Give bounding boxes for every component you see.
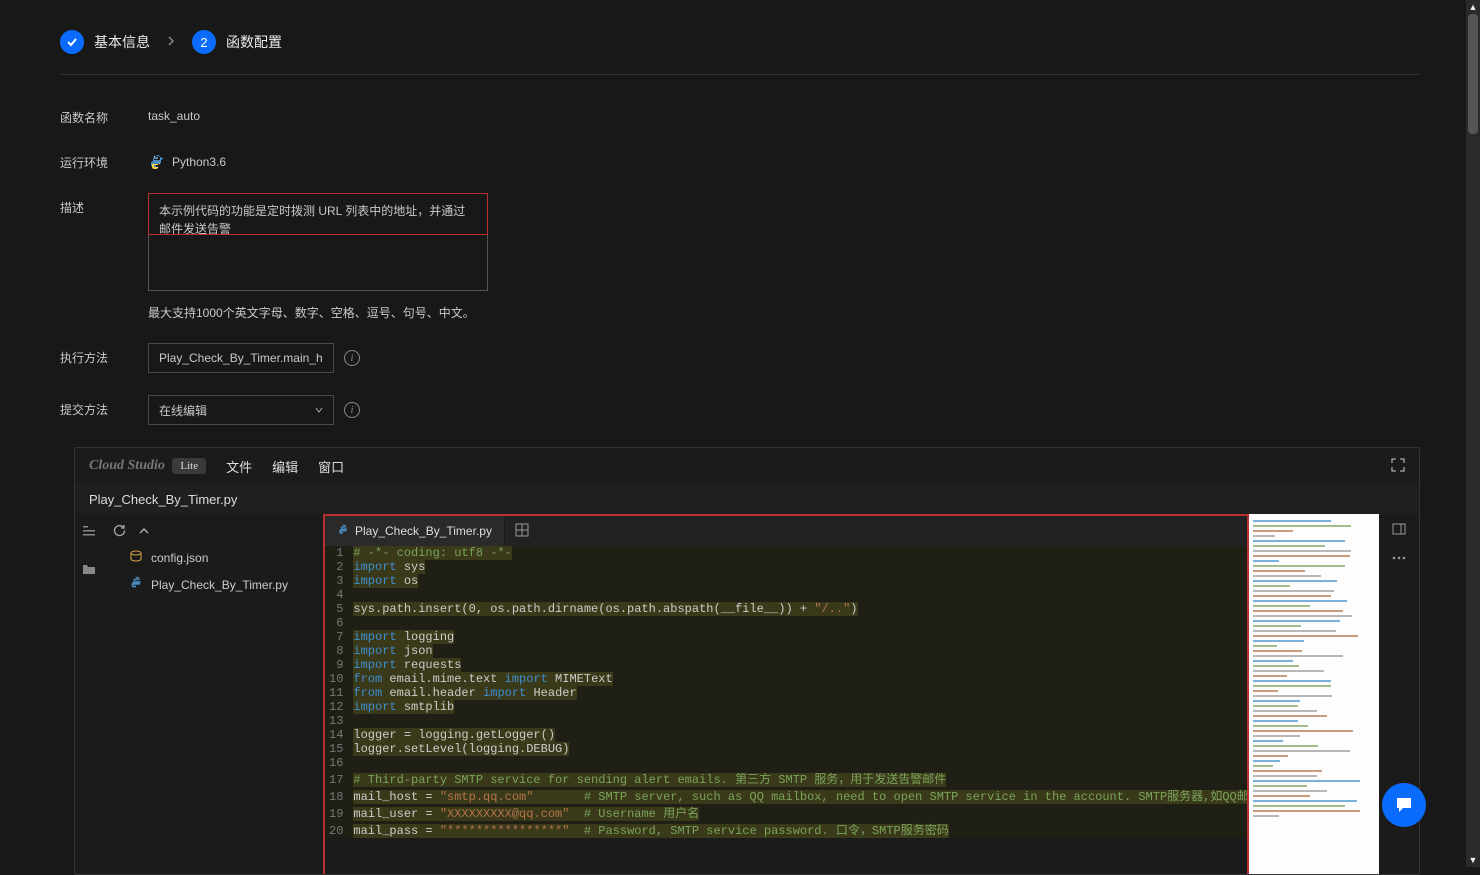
file-config-json[interactable]: config.json: [103, 544, 323, 571]
step2-number: 2: [192, 30, 216, 54]
open-file-row: Play_Check_By_Timer.py: [75, 484, 1419, 514]
python-icon: [337, 524, 349, 539]
code-editor: Cloud Studio Lite 文件 编辑 窗口 Play_Check_By…: [74, 447, 1420, 875]
editor-toolbar: Cloud Studio Lite 文件 编辑 窗口: [75, 448, 1419, 484]
label-exec-method: 执行方法: [60, 343, 148, 366]
python-icon: [129, 576, 143, 593]
description-hint: 最大支持1000个英文字母、数字、空格、逗号、句号、中文。: [148, 304, 1420, 321]
collapse-icon[interactable]: [138, 525, 150, 540]
fullscreen-icon[interactable]: [1391, 458, 1405, 475]
label-function-name: 函数名称: [60, 103, 148, 126]
step-function-config[interactable]: 2 函数配置: [192, 30, 282, 54]
minimap[interactable]: [1249, 514, 1379, 874]
lite-badge: Lite: [172, 458, 206, 474]
menu-file[interactable]: 文件: [226, 457, 252, 476]
scroll-up-icon[interactable]: ▲: [1466, 0, 1480, 14]
check-icon: [60, 30, 84, 54]
chevron-right-icon: [166, 35, 176, 50]
refresh-icon[interactable]: [113, 524, 126, 540]
activity-bar: [75, 514, 103, 874]
step1-label: 基本信息: [94, 32, 150, 52]
page-scrollbar[interactable]: ▲ ▼: [1466, 0, 1480, 867]
menu-edit[interactable]: 编辑: [272, 457, 298, 476]
value-function-name: task_auto: [148, 103, 1420, 123]
submit-method-select[interactable]: 在线编辑: [148, 395, 334, 425]
description-textarea[interactable]: 本示例代码的功能是定时拨测 URL 列表中的地址，并通过邮件发送告警: [148, 193, 488, 291]
step2-label: 函数配置: [226, 32, 282, 52]
value-runtime-env: Python3.6: [172, 155, 226, 169]
scroll-down-icon[interactable]: ▼: [1466, 853, 1480, 867]
scroll-thumb[interactable]: [1468, 14, 1478, 134]
more-icon[interactable]: [1392, 549, 1406, 563]
step-basic-info[interactable]: 基本信息: [60, 30, 150, 54]
label-runtime-env: 运行环境: [60, 148, 148, 171]
menu-window[interactable]: 窗口: [318, 457, 344, 476]
file-name: Play_Check_By_Timer.py: [151, 578, 288, 592]
split-editor-icon[interactable]: [505, 523, 539, 540]
submit-method-value: 在线编辑: [159, 402, 207, 419]
folder-icon[interactable]: [81, 561, 97, 580]
file-explorer: config.json Play_Check_By_Timer.py: [103, 514, 323, 874]
explorer-icon[interactable]: [81, 524, 97, 543]
code-viewport[interactable]: Play_Check_By_Timer.py 1# -*- coding: ut…: [323, 514, 1249, 874]
file-name: config.json: [151, 551, 208, 565]
json-icon: [129, 549, 143, 566]
layout-icon[interactable]: [1392, 522, 1406, 539]
tab-title: Play_Check_By_Timer.py: [355, 524, 492, 538]
exec-method-input[interactable]: [148, 343, 334, 373]
chat-fab-button[interactable]: [1382, 783, 1426, 827]
editor-brand: Cloud Studio Lite: [89, 458, 206, 474]
caret-down-icon: [315, 403, 323, 417]
editor-tab-active[interactable]: Play_Check_By_Timer.py: [325, 516, 505, 546]
open-file-name: Play_Check_By_Timer.py: [89, 492, 237, 507]
label-description: 描述: [60, 193, 148, 216]
info-icon[interactable]: i: [344, 402, 360, 418]
python-icon: [148, 154, 164, 170]
wizard-steps: 基本信息 2 函数配置: [60, 0, 1420, 75]
file-play-check-py[interactable]: Play_Check_By_Timer.py: [103, 571, 323, 598]
label-submit-method: 提交方法: [60, 395, 148, 418]
info-icon[interactable]: i: [344, 350, 360, 366]
